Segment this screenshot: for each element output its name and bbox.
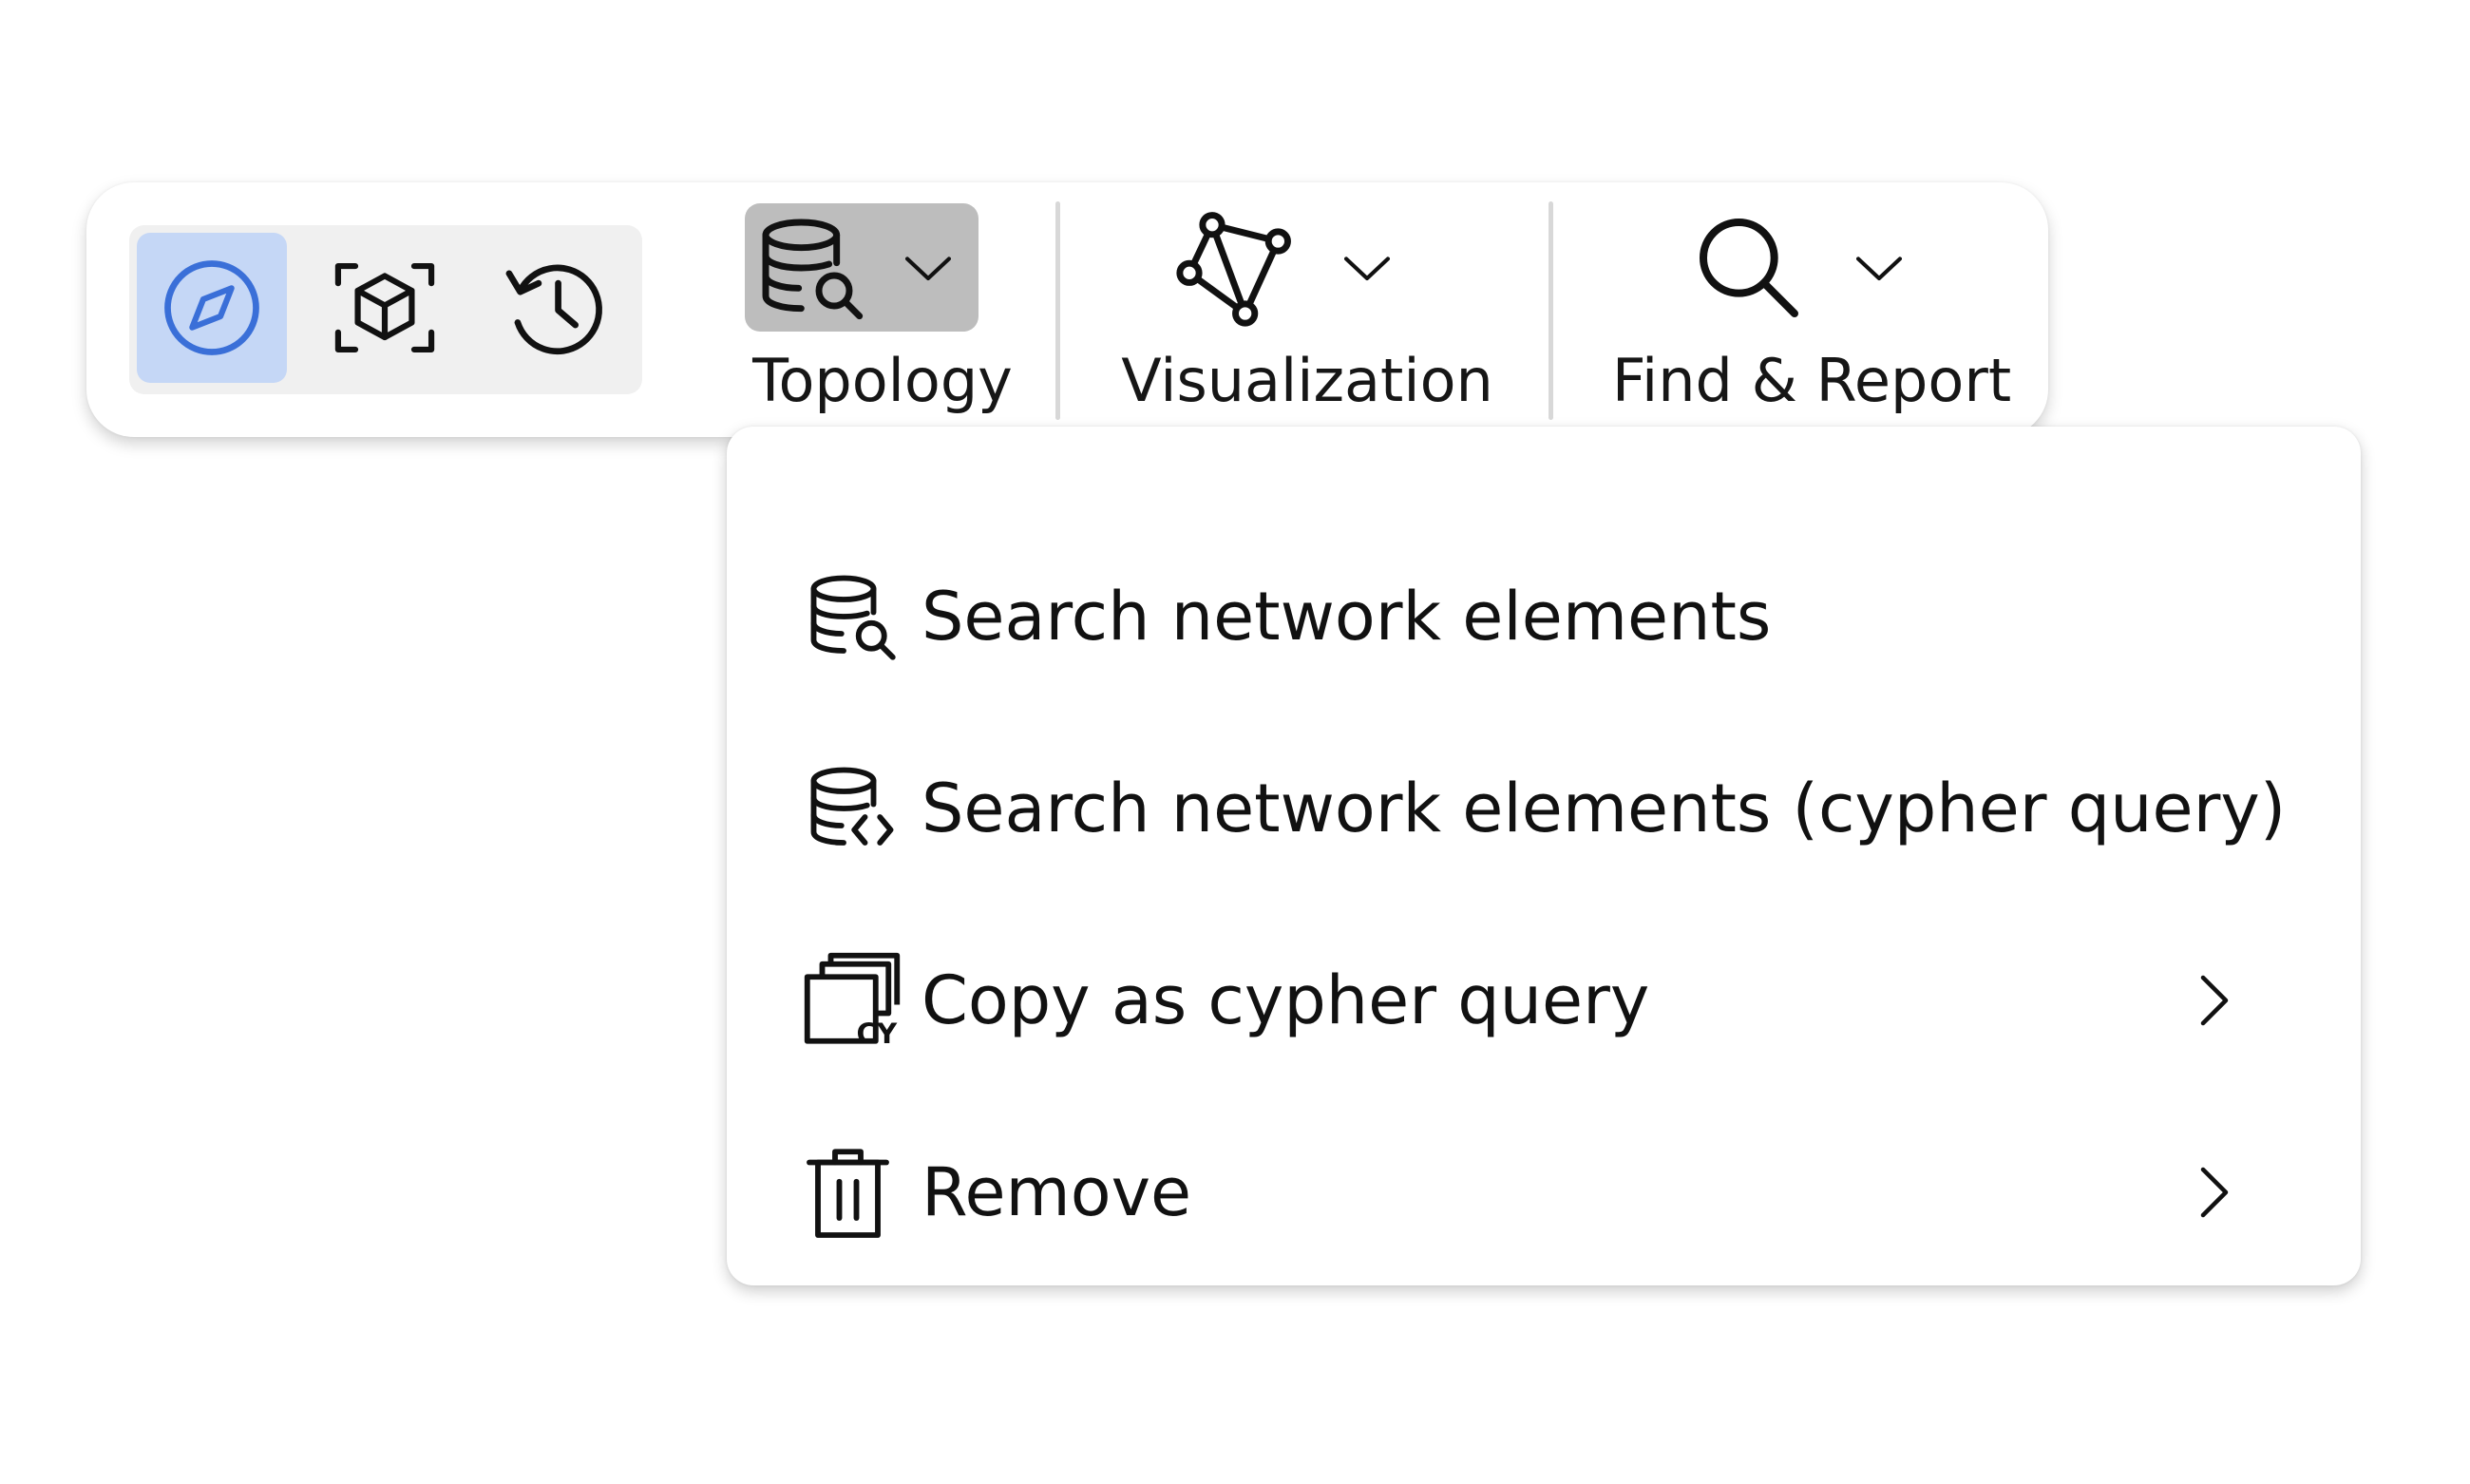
menu-item-label: Search network elements (cypher query) [922, 770, 2287, 847]
find-report-button-group: Find & Report [1603, 203, 2021, 417]
database-search-icon [762, 219, 864, 319]
search-icon [1700, 218, 1798, 317]
topology-button-group: Topology [728, 203, 1037, 417]
visualization-button-group: Visualization [1117, 203, 1497, 417]
toolbar-divider [1055, 201, 1060, 420]
menu-item-remove[interactable]: Remove [727, 1097, 2361, 1287]
chevron-right-icon [2200, 1167, 2229, 1218]
svg-text:CY: CY [857, 1018, 898, 1050]
database-code-icon [810, 767, 894, 846]
menu-item-label: Remove [922, 1153, 1192, 1231]
history-icon [505, 264, 602, 355]
graph-nodes-icon [1176, 211, 1291, 327]
chevron-down-icon [1855, 256, 1903, 280]
trash-icon [807, 1149, 889, 1238]
menu-item-copy-as-cypher-query[interactable]: CY Copy as cypher query [727, 905, 2361, 1095]
main-toolbar: Topology Visualization Find & Report [86, 182, 2048, 437]
toolbar-divider [1548, 201, 1553, 420]
chevron-down-icon [904, 256, 952, 280]
copy-cypher-icon: CY [804, 952, 901, 1050]
find-report-dropdown-button[interactable] [1688, 203, 1935, 332]
visualization-label: Visualization [1121, 346, 1493, 415]
menu-item-search-network-elements[interactable]: Search network elements [727, 522, 2361, 712]
menu-item-search-cypher-query[interactable]: Search network elements (cypher query) [727, 713, 2361, 904]
mode-switcher [129, 225, 642, 394]
find-report-label: Find & Report [1611, 346, 2012, 415]
topology-label: Topology [752, 346, 1013, 415]
database-search-icon [810, 575, 896, 660]
3d-view-mode-button[interactable] [310, 233, 460, 383]
topology-dropdown-menu: Search network elements Search network e… [727, 427, 2361, 1285]
chevron-right-icon [2200, 975, 2229, 1026]
explore-mode-button[interactable] [137, 233, 287, 383]
menu-item-label: Copy as cypher query [922, 961, 1650, 1039]
topology-dropdown-button[interactable] [745, 203, 978, 332]
chevron-down-icon [1343, 256, 1391, 280]
compass-icon [164, 260, 259, 355]
menu-item-label: Search network elements [922, 578, 1772, 656]
history-mode-button[interactable] [481, 233, 631, 383]
visualization-dropdown-button[interactable] [1174, 203, 1402, 332]
3d-box-icon [334, 262, 435, 353]
